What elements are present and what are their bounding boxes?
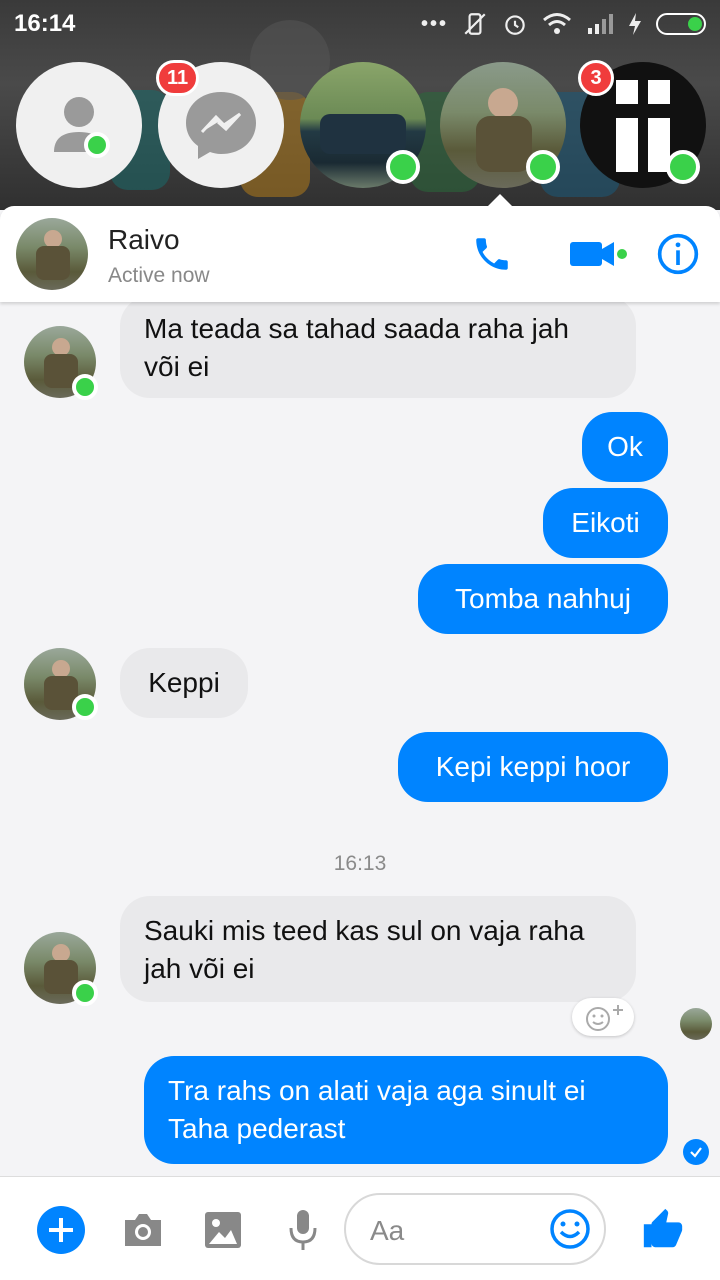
message-input[interactable]: [370, 1213, 540, 1249]
incoming-message[interactable]: Keppi: [120, 648, 248, 718]
unread-badge: 11: [156, 60, 200, 96]
car-image: [320, 114, 406, 154]
online-dot: [666, 150, 700, 184]
emoji-icon: [550, 1209, 590, 1249]
smiley-plus-icon: [586, 1005, 623, 1031]
online-dot: [72, 374, 98, 400]
chat-heads-area: 16:14 ••• 11 3: [0, 0, 720, 210]
call-button[interactable]: [468, 230, 516, 278]
camera-button[interactable]: [118, 1205, 168, 1255]
contact-name[interactable]: Raivo: [108, 224, 180, 256]
status-icons: •••: [421, 10, 706, 38]
status-time: 16:14: [14, 10, 76, 37]
person-image: [476, 116, 532, 172]
video-camera-icon: [570, 242, 627, 266]
online-dot: [526, 150, 560, 184]
emoji-button[interactable]: [548, 1207, 592, 1251]
microphone-icon: [289, 1210, 317, 1250]
wifi-icon: [543, 13, 571, 34]
outgoing-message[interactable]: Tomba nahhuj: [418, 564, 668, 634]
message-timestamp: 16:13: [333, 852, 387, 875]
alarm-icon: [505, 15, 525, 35]
info-button[interactable]: [654, 230, 702, 278]
vibrate-off-icon: [464, 13, 486, 35]
online-dot: [84, 132, 110, 158]
like-button[interactable]: [638, 1205, 688, 1255]
online-dot: [72, 980, 98, 1006]
plus-icon: [37, 1206, 85, 1254]
message-input-box[interactable]: [344, 1193, 606, 1265]
chat-heads-row: 11 3: [0, 60, 720, 192]
person-image: [488, 88, 518, 118]
phone-icon: [476, 238, 508, 270]
charging-icon: [629, 13, 641, 35]
contacts-chat-head[interactable]: [16, 62, 142, 188]
battery-icon: [656, 13, 706, 35]
video-call-button[interactable]: [568, 230, 632, 278]
unread-badge: 3: [578, 60, 614, 96]
signal-icon: [588, 14, 613, 34]
active-head-pointer: [486, 194, 514, 208]
outgoing-message[interactable]: Eikoti: [543, 488, 668, 558]
outgoing-message[interactable]: Kepi keppi hoor: [398, 732, 668, 802]
contact-avatar[interactable]: [16, 218, 88, 290]
incoming-message[interactable]: Sauki mis teed kas sul on vaja raha jah …: [120, 896, 636, 1002]
more-dots-icon: •••: [420, 12, 448, 35]
chat-header: Raivo Active now: [0, 206, 720, 302]
more-actions-button[interactable]: [36, 1205, 86, 1255]
image-icon: [205, 1212, 241, 1248]
person-icon: [54, 97, 104, 152]
delivered-check-icon: [683, 1139, 709, 1165]
online-dot: [72, 694, 98, 720]
info-icon: [657, 233, 699, 275]
contact-status: Active now: [108, 264, 210, 287]
seen-indicator-avatar: [680, 1008, 712, 1040]
thumbs-up-icon: [643, 1208, 683, 1248]
outgoing-message[interactable]: Ok: [582, 412, 668, 482]
incoming-message[interactable]: Ma teada sa tahad saada raha jah või ei: [120, 296, 636, 398]
voice-button[interactable]: [278, 1205, 328, 1255]
online-dot: [386, 150, 420, 184]
composer-bar: [0, 1176, 720, 1280]
add-reaction-button[interactable]: [572, 998, 634, 1036]
outgoing-message[interactable]: Tra rahs on alati vaja aga sinult ei Tah…: [144, 1056, 668, 1164]
camera-icon: [125, 1214, 161, 1246]
gallery-button[interactable]: [198, 1205, 248, 1255]
